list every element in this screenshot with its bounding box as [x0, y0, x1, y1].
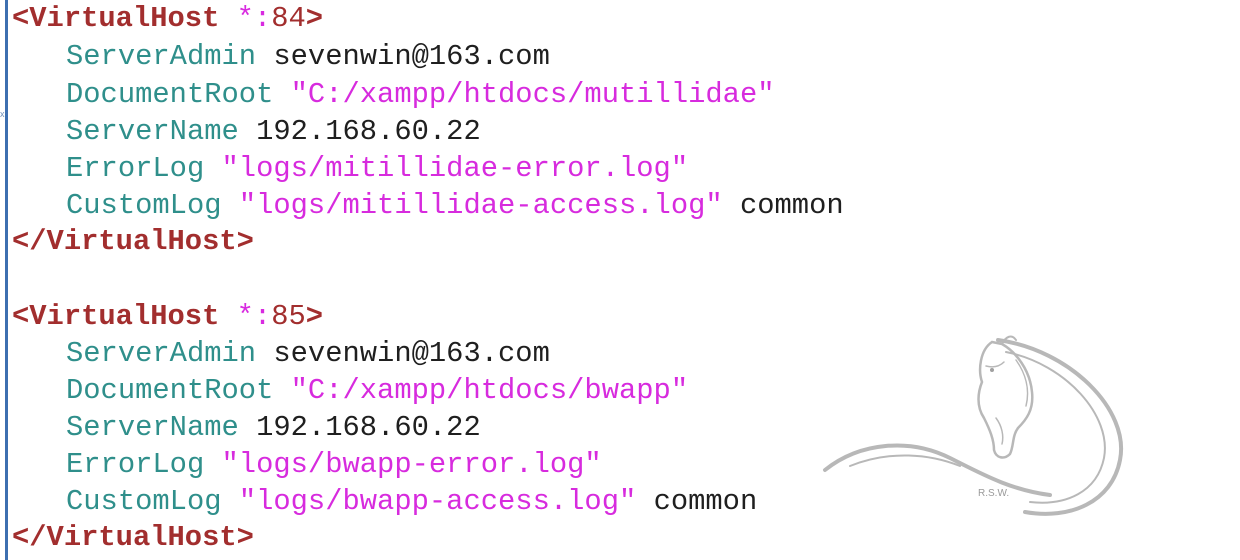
- directive-value: sevenwin@163.com: [273, 337, 550, 370]
- code-line-document-root-2: DocumentRoot "C:/xampp/htdocs/bwapp": [12, 372, 688, 409]
- directive-key: ServerName: [66, 411, 239, 444]
- directive-key: ServerAdmin: [66, 40, 257, 73]
- code-line-error-log-2: ErrorLog "logs/bwapp-error.log": [12, 446, 602, 483]
- open-tag-end: >: [305, 2, 324, 35]
- directive-string: "C:/xampp/htdocs/bwapp": [290, 374, 689, 407]
- log-format: common: [739, 189, 844, 222]
- directive-string: "C:/xampp/htdocs/mutillidae": [290, 78, 775, 111]
- directive-string: "logs/bwapp-access.log": [238, 485, 637, 518]
- directive-key: DocumentRoot: [66, 78, 274, 111]
- code-line-open-tag-2: <VirtualHost *:85>: [12, 298, 323, 335]
- watermark-text: R.S.W.: [978, 488, 1009, 499]
- directive-value: sevenwin@163.com: [273, 40, 550, 73]
- editor-gutter: x: [0, 0, 9, 560]
- gutter-mark: x: [0, 109, 5, 119]
- open-tag: <VirtualHost: [12, 2, 220, 35]
- directive-key: ServerName: [66, 115, 239, 148]
- code-line-error-log-1: ErrorLog "logs/mitillidae-error.log": [12, 150, 688, 187]
- directive-string: "logs/bwapp-error.log": [221, 448, 602, 481]
- directive-value: 192.168.60.22: [256, 115, 481, 148]
- directive-key: DocumentRoot: [66, 374, 274, 407]
- code-line-server-name-1: ServerName 192.168.60.22: [12, 113, 481, 150]
- port-wildcard: *:: [236, 300, 272, 333]
- directive-key: ErrorLog: [66, 152, 205, 185]
- log-format: common: [653, 485, 758, 518]
- port-number: 84: [271, 2, 306, 35]
- directive-value: 192.168.60.22: [256, 411, 481, 444]
- code-line-server-admin-1: ServerAdmin sevenwin@163.com: [12, 38, 550, 75]
- code-line-custom-log-2: CustomLog "logs/bwapp-access.log" common: [12, 483, 757, 520]
- directive-key: CustomLog: [66, 485, 222, 518]
- close-tag: </VirtualHost>: [12, 225, 254, 258]
- port-number: 85: [271, 300, 306, 333]
- directive-key: ErrorLog: [66, 448, 205, 481]
- open-tag-end: >: [305, 300, 324, 333]
- code-line-custom-log-1: CustomLog "logs/mitillidae-access.log" c…: [12, 187, 844, 224]
- directive-string: "logs/mitillidae-access.log": [238, 189, 723, 222]
- open-tag: <VirtualHost: [12, 300, 220, 333]
- directive-key: ServerAdmin: [66, 337, 257, 370]
- code-line-server-name-2: ServerName 192.168.60.22: [12, 409, 481, 446]
- directive-string: "logs/mitillidae-error.log": [221, 152, 689, 185]
- gutter-line: [5, 0, 8, 560]
- horse-watermark-logo: R.S.W.: [823, 335, 1124, 516]
- code-line-document-root-1: DocumentRoot "C:/xampp/htdocs/mutillidae…: [12, 76, 775, 113]
- horse-eye: [990, 368, 994, 372]
- code-line-open-tag-1: <VirtualHost *:84>: [12, 0, 323, 37]
- code-line-server-admin-2: ServerAdmin sevenwin@163.com: [12, 335, 550, 372]
- code-line-close-tag-1: </VirtualHost>: [12, 223, 254, 260]
- port-wildcard: *:: [236, 2, 272, 35]
- code-line-close-tag-2: </VirtualHost>: [12, 519, 254, 556]
- close-tag: </VirtualHost>: [12, 521, 254, 554]
- directive-key: CustomLog: [66, 189, 222, 222]
